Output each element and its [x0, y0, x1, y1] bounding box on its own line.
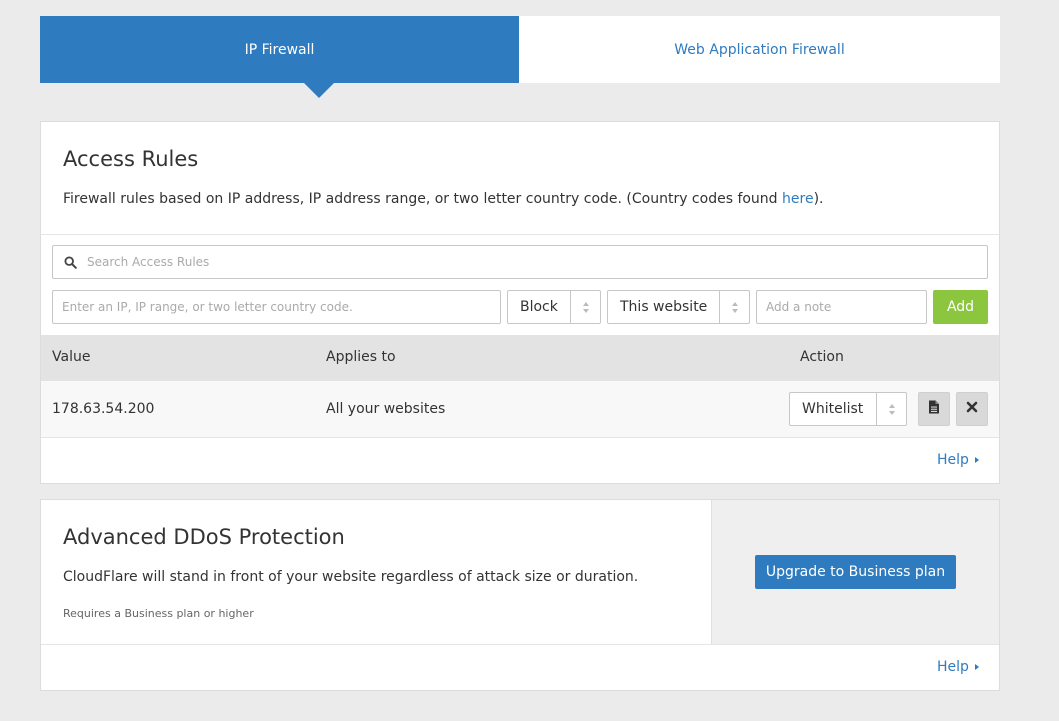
column-action: Action — [800, 349, 844, 365]
divider — [41, 234, 999, 235]
caret-right-icon — [974, 664, 979, 670]
access-rules-card: Access Rules Firewall rules based on IP … — [40, 121, 1000, 484]
access-rules-description: Firewall rules based on IP address, IP a… — [63, 191, 824, 207]
note-input[interactable] — [756, 290, 927, 324]
select-arrows-icon — [876, 393, 906, 425]
select-arrows-icon — [719, 291, 749, 323]
tab-waf-label: Web Application Firewall — [674, 41, 845, 58]
tab-ip-firewall[interactable]: IP Firewall — [40, 16, 519, 83]
edit-note-button[interactable] — [918, 392, 950, 426]
description-suffix: ). — [813, 191, 824, 207]
help-link[interactable]: Help — [937, 452, 979, 468]
table-header: Value Applies to Action — [41, 335, 999, 381]
tab-web-application-firewall[interactable]: Web Application Firewall — [519, 16, 1000, 83]
active-tab-pointer — [304, 83, 334, 98]
ddos-info: Advanced DDoS Protection CloudFlare will… — [41, 500, 711, 644]
description-text: Firewall rules based on IP address, IP a… — [63, 191, 783, 207]
table-row: 178.63.54.200 All your websites Whitelis… — [41, 381, 999, 438]
ddos-upgrade-panel: Upgrade to Business plan — [711, 500, 999, 644]
mode-select-value: Block — [520, 299, 558, 315]
ip-input[interactable] — [52, 290, 501, 324]
rule-applies-to: All your websites — [326, 401, 446, 417]
search-box[interactable] — [52, 245, 988, 279]
ddos-title: Advanced DDoS Protection — [63, 525, 345, 549]
select-arrows-icon — [570, 291, 600, 323]
action-select-value: Whitelist — [802, 401, 864, 417]
search-input[interactable] — [87, 255, 967, 269]
close-icon — [966, 401, 978, 417]
access-rules-title: Access Rules — [63, 147, 199, 171]
add-button[interactable]: Add — [933, 290, 988, 324]
rule-value: 178.63.54.200 — [52, 401, 155, 417]
help-label: Help — [937, 659, 969, 675]
help-label: Help — [937, 452, 969, 468]
tab-ip-firewall-label: IP Firewall — [244, 41, 315, 58]
search-icon — [53, 246, 87, 278]
scope-select-value: This website — [620, 299, 708, 315]
mode-select[interactable]: Block — [507, 290, 601, 324]
help-link[interactable]: Help — [937, 659, 979, 675]
column-applies-to: Applies to — [326, 349, 396, 365]
ddos-card: Advanced DDoS Protection CloudFlare will… — [40, 499, 1000, 691]
divider — [41, 644, 999, 645]
ddos-description: CloudFlare will stand in front of your w… — [63, 569, 639, 585]
country-codes-link[interactable]: here — [782, 191, 814, 207]
document-icon — [928, 400, 940, 418]
action-select[interactable]: Whitelist — [789, 392, 907, 426]
ddos-requirement: Requires a Business plan or higher — [63, 607, 254, 620]
caret-right-icon — [974, 457, 979, 463]
column-value: Value — [52, 349, 91, 365]
upgrade-button[interactable]: Upgrade to Business plan — [755, 555, 956, 589]
firewall-tabs: IP Firewall Web Application Firewall — [40, 16, 1000, 98]
scope-select[interactable]: This website — [607, 290, 750, 324]
delete-rule-button[interactable] — [956, 392, 988, 426]
